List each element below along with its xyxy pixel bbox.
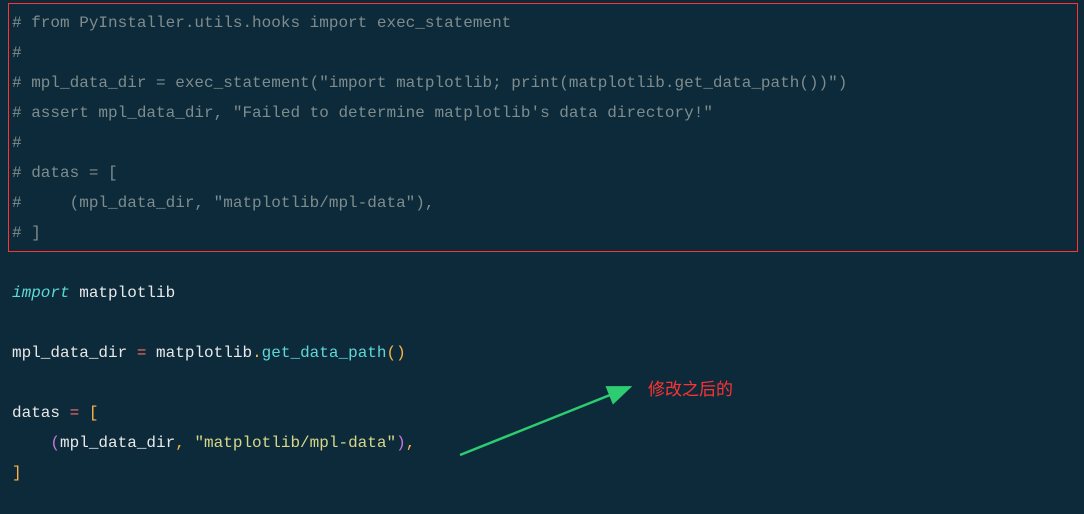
code-line: ]: [12, 458, 1084, 488]
comment-text: # ]: [12, 224, 41, 242]
code-line: (mpl_data_dir, "matplotlib/mpl-data"),: [12, 428, 1084, 458]
annotation-label: 修改之后的: [648, 375, 733, 405]
code-line: #: [12, 128, 1084, 158]
paren: ): [396, 434, 406, 452]
comment-text: #: [12, 134, 22, 152]
operator: =: [137, 344, 147, 362]
operator: =: [70, 404, 80, 422]
keyword: import: [12, 284, 70, 302]
code-line: import matplotlib: [12, 278, 1084, 308]
paren: (: [387, 344, 397, 362]
paren: ): [396, 344, 406, 362]
comment-text: # mpl_data_dir = exec_statement("import …: [12, 74, 847, 92]
code-line: [12, 368, 1084, 398]
module-name: matplotlib: [70, 284, 176, 302]
indent: [12, 434, 50, 452]
code-editor[interactable]: # from PyInstaller.utils.hooks import ex…: [0, 0, 1084, 496]
paren: (: [50, 434, 60, 452]
variable: datas: [12, 404, 70, 422]
code-line: datas = [: [12, 398, 1084, 428]
code-line: # datas = [: [12, 158, 1084, 188]
punctuation: ,: [406, 434, 416, 452]
code-line: [12, 308, 1084, 338]
variable: mpl_data_dir: [12, 344, 137, 362]
code-line: # mpl_data_dir = exec_statement("import …: [12, 68, 1084, 98]
code-line: # (mpl_data_dir, "matplotlib/mpl-data"),: [12, 188, 1084, 218]
string-literal: "matplotlib/mpl-data": [194, 434, 396, 452]
bracket: ]: [12, 464, 22, 482]
code-line: [12, 248, 1084, 278]
code-line: mpl_data_dir = matplotlib.get_data_path(…: [12, 338, 1084, 368]
code-line: # assert mpl_data_dir, "Failed to determ…: [12, 98, 1084, 128]
code-line: # ]: [12, 218, 1084, 248]
variable: mpl_data_dir: [60, 434, 175, 452]
comment-text: # assert mpl_data_dir, "Failed to determ…: [12, 104, 713, 122]
bracket: [: [79, 404, 98, 422]
punctuation: .: [252, 344, 262, 362]
punctuation: ,: [175, 434, 194, 452]
code-line: #: [12, 38, 1084, 68]
comment-text: # (mpl_data_dir, "matplotlib/mpl-data"),: [12, 194, 434, 212]
comment-text: # datas = [: [12, 164, 118, 182]
comment-text: #: [12, 44, 22, 62]
module-name: matplotlib: [146, 344, 252, 362]
function-name: get_data_path: [262, 344, 387, 362]
code-line: # from PyInstaller.utils.hooks import ex…: [12, 8, 1084, 38]
comment-text: # from PyInstaller.utils.hooks import ex…: [12, 14, 511, 32]
